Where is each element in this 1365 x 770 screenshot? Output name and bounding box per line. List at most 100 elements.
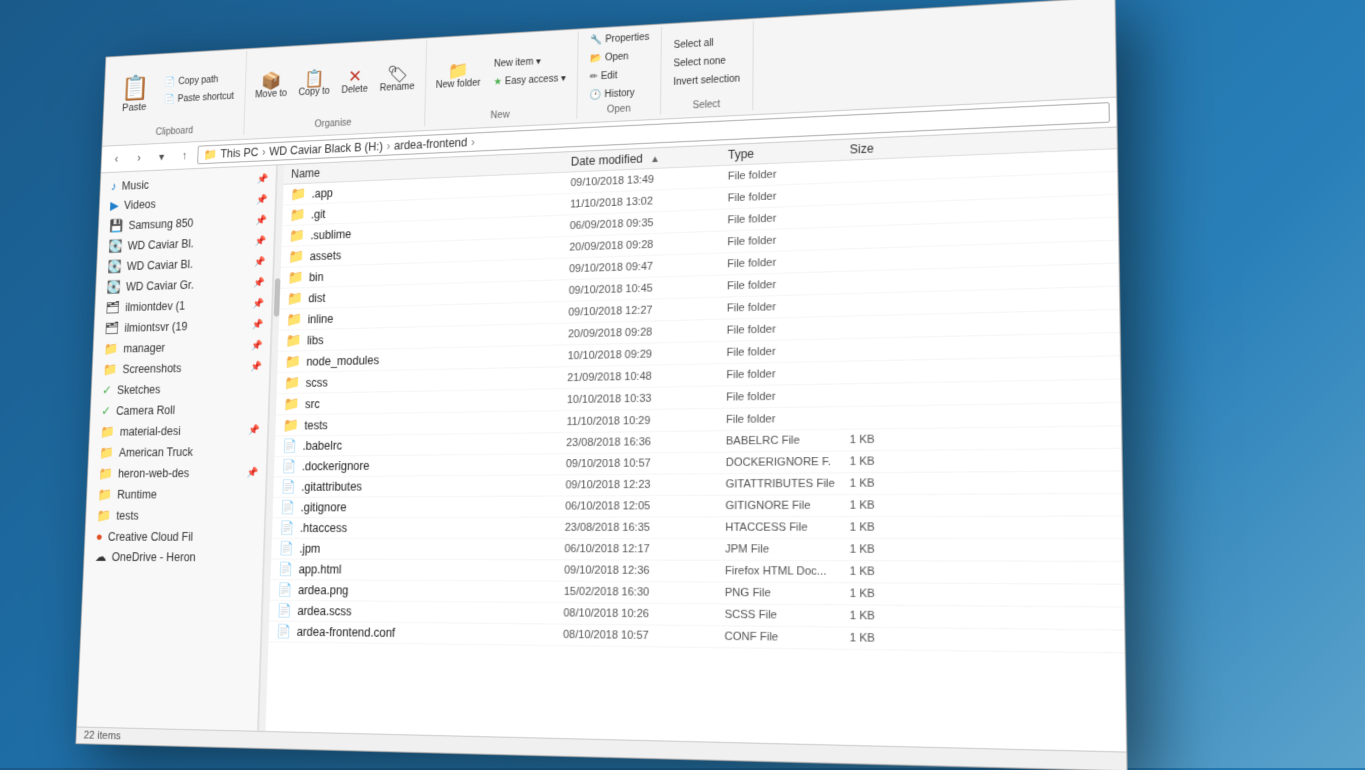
sidebar-item-icon-15: 📁: [97, 487, 112, 502]
sidebar-item-label-2: Samsung 850: [128, 216, 193, 232]
open-button[interactable]: 📂 Open: [584, 47, 655, 67]
sidebar-item-label-15: Runtime: [117, 488, 157, 502]
file-type-15: GITIGNORE File: [725, 499, 849, 512]
edit-button[interactable]: ✏ Edit: [584, 66, 655, 86]
sidebar-item-label-13: American Truck: [119, 445, 194, 459]
file-type-1: File folder: [728, 187, 850, 204]
select-none-button[interactable]: Select none: [668, 51, 747, 72]
sidebar-item-14[interactable]: 📁heron-web-des📌: [88, 462, 267, 484]
sidebar-item-label-9: Screenshots: [122, 362, 181, 376]
column-type[interactable]: Type: [728, 143, 850, 162]
pin-icon-2: 📌: [256, 215, 268, 226]
properties-button[interactable]: 🔧 Properties: [584, 29, 655, 49]
easy-access-button[interactable]: ★ Easy access ▾: [488, 70, 572, 91]
file-size-1: [850, 190, 933, 193]
sidebar-item-label-18: OneDrive - Heron: [111, 550, 195, 564]
folder-icon-9: 📁: [284, 374, 300, 391]
file-icon-18: 📄: [278, 561, 293, 577]
recent-button[interactable]: ▾: [152, 146, 172, 167]
ribbon-group-open: 🔧 Properties 📂 Open ✏ Edit: [578, 26, 663, 118]
file-size-20: 1 KB: [850, 610, 935, 624]
sidebar-item-18[interactable]: ☁OneDrive - Heron: [84, 546, 263, 568]
file-explorer-window: 📋 Paste 📄 Copy path 📄 Paste shortcut: [75, 0, 1127, 770]
folder-icon-2: 📁: [289, 227, 305, 244]
file-name-21: 📄ardea-frontend.conf: [276, 624, 563, 643]
sidebar-item-16[interactable]: 📁tests: [86, 505, 265, 527]
new-folder-button[interactable]: 📁 New folder: [431, 57, 486, 93]
sidebar-item-17[interactable]: ●Creative Cloud Fil: [85, 526, 264, 547]
new-item-button[interactable]: New item ▾: [488, 52, 572, 73]
copy-path-button[interactable]: 📄 Copy path: [159, 71, 240, 91]
file-name-15: 📄.gitignore: [280, 499, 565, 516]
sidebar-item-10[interactable]: ✓Sketches: [91, 377, 269, 401]
ribbon-group-clipboard: 📋 Paste 📄 Copy path 📄 Paste shortcut: [106, 51, 247, 142]
sidebar-item-icon-2: 💾: [109, 218, 124, 233]
file-row-16[interactable]: 📄.htaccess23/08/2018 16:35HTACCESS File1…: [272, 517, 1123, 540]
file-type-17: JPM File: [725, 543, 850, 556]
sidebar-item-label-14: heron-web-des: [118, 466, 190, 480]
sidebar: ♪Music📌▶Videos📌💾Samsung 850📌💽WD Caviar B…: [77, 165, 277, 730]
file-date-20: 08/10/2018 10:26: [563, 607, 724, 621]
sidebar-item-label-10: Sketches: [117, 383, 161, 397]
history-button[interactable]: 🕐 History: [584, 84, 655, 104]
file-date-13: 09/10/2018 10:57: [566, 457, 726, 471]
up-button[interactable]: ↑: [174, 145, 194, 166]
sidebar-item-label-7: ilmiontsvr (19: [124, 320, 187, 335]
file-type-16: HTACCESS File: [725, 521, 849, 534]
file-icon-17: 📄: [279, 541, 294, 557]
sidebar-item-icon-12: 📁: [100, 424, 115, 439]
file-size-16: 1 KB: [850, 521, 935, 534]
file-name-11: 📁tests: [283, 413, 567, 434]
file-name-16: 📄.htaccess: [279, 520, 565, 536]
sidebar-item-icon-3: 💽: [108, 239, 123, 254]
file-name-18: 📄app.html: [278, 561, 564, 578]
file-name-10: 📁src: [283, 391, 567, 412]
file-name-13: 📄.dockerignore: [281, 456, 566, 474]
file-icon-12: 📄: [282, 438, 297, 454]
file-type-2: File folder: [727, 209, 849, 225]
pin-icon-1: 📌: [256, 194, 268, 205]
file-type-5: File folder: [727, 276, 850, 292]
folder-icon-3: 📁: [288, 248, 304, 265]
file-date-6: 09/10/2018 12:27: [568, 302, 727, 318]
sidebar-item-15[interactable]: 📁 Runtime: [87, 483, 266, 505]
file-name-12: 📄.babelrc: [282, 435, 566, 454]
pin-icon-7: 📌: [252, 319, 264, 330]
file-size-12: 1 KB: [850, 433, 935, 446]
ribbon-group-new: 📁 New folder New item ▾ ★ Easy access ▾: [425, 31, 579, 126]
paste-button[interactable]: 📋 Paste: [112, 69, 157, 116]
file-type-18: Firefox HTML Doc...: [725, 565, 850, 578]
sidebar-item-icon-4: 💽: [107, 259, 122, 274]
folder-icon-0: 📁: [290, 186, 306, 203]
delete-button[interactable]: ✕ Delete: [337, 64, 373, 99]
file-size-4: [850, 257, 934, 260]
file-row-17[interactable]: 📄.jpm06/10/2018 12:17JPM File1 KB: [271, 539, 1123, 562]
file-date-1: 11/10/2018 13:02: [570, 192, 728, 210]
select-all-button[interactable]: Select all: [668, 33, 746, 54]
column-size[interactable]: Size: [850, 139, 933, 157]
move-to-button[interactable]: 📦 Move to: [250, 68, 292, 103]
rename-button[interactable]: 🏷 Rename: [375, 61, 420, 96]
pin-icon-6: 📌: [253, 298, 265, 309]
file-icon-19: 📄: [277, 582, 292, 598]
copy-to-button[interactable]: 📋 Copy to: [294, 66, 335, 101]
invert-selection-button[interactable]: Invert selection: [667, 70, 746, 91]
file-type-21: CONF File: [724, 630, 849, 644]
forward-button[interactable]: ›: [129, 147, 149, 168]
file-row-15[interactable]: 📄.gitignore06/10/2018 12:05GITIGNORE Fil…: [273, 494, 1123, 518]
sidebar-item-11[interactable]: ✓Camera Roll: [90, 398, 268, 422]
sidebar-item-label-4: WD Caviar Bl.: [127, 258, 194, 273]
file-date-0: 09/10/2018 13:49: [570, 170, 727, 188]
sidebar-item-icon-16: 📁: [96, 508, 111, 523]
back-button[interactable]: ‹: [107, 148, 127, 169]
file-icon-13: 📄: [281, 459, 296, 475]
sidebar-item-label-1: Videos: [124, 198, 156, 212]
sidebar-item-label-6: ilmiontdev (1: [125, 299, 185, 314]
sidebar-item-icon-11: ✓: [101, 404, 111, 419]
sidebar-item-label-3: WD Caviar Bl.: [127, 237, 194, 252]
sidebar-item-icon-7: 🗂: [105, 321, 120, 336]
paste-shortcut-button[interactable]: 📄 Paste shortcut: [159, 88, 240, 108]
sidebar-item-13[interactable]: 📁American Truck: [89, 441, 267, 464]
sidebar-item-12[interactable]: 📁material-desi📌: [89, 419, 267, 442]
file-date-3: 20/09/2018 09:28: [569, 236, 727, 253]
